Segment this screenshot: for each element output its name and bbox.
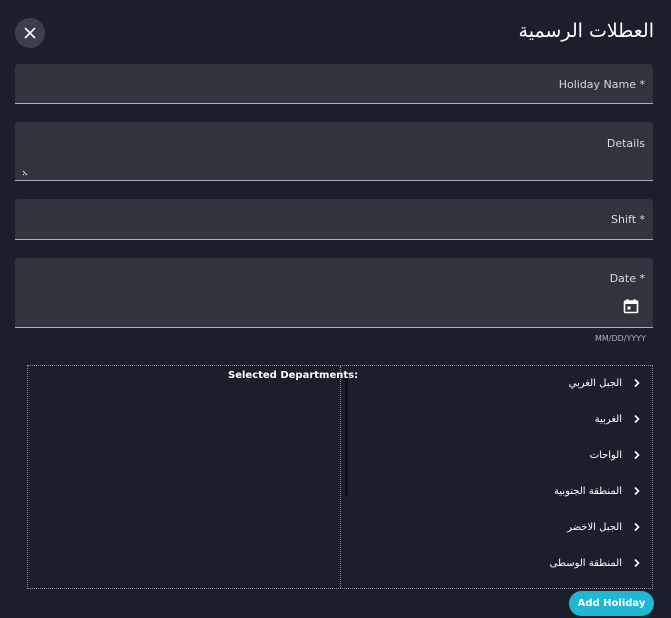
department-label: الجبل الغربي	[568, 377, 622, 389]
chevron-right-icon	[634, 558, 640, 568]
add-holiday-button[interactable]: Add Holiday	[569, 591, 654, 616]
department-label: المنطقة الوسطى	[549, 557, 622, 569]
details-label: Details	[606, 137, 645, 150]
department-item[interactable]: المنطقة الجنوبية	[554, 481, 642, 501]
department-item[interactable]: الواحات	[590, 445, 642, 465]
date-field[interactable]: Date *	[15, 258, 653, 328]
departments-panel: Selected Departments: الجبل الغربي الغرب…	[27, 365, 653, 589]
chevron-right-icon	[634, 522, 640, 532]
holiday-name-field[interactable]: Holiday Name *	[15, 64, 653, 104]
details-field[interactable]: Details	[15, 122, 653, 181]
shift-label: Shift *	[611, 213, 645, 226]
department-label: الواحات	[589, 449, 622, 461]
dialog-header: العطلات الرسمية	[0, 0, 671, 62]
chevron-right-icon	[634, 486, 640, 496]
department-item[interactable]: الغربية	[595, 409, 642, 429]
resize-grip-icon[interactable]	[22, 167, 31, 176]
department-item[interactable]: الجبل الاخضر	[567, 517, 642, 537]
date-label: Date *	[609, 272, 645, 285]
close-icon	[24, 27, 36, 39]
calendar-icon[interactable]	[623, 298, 639, 314]
holiday-name-label: Holiday Name *	[558, 78, 645, 91]
department-label: المنطقة الجنوبية	[553, 485, 622, 497]
chevron-right-icon	[634, 378, 640, 388]
date-format-hint: MM/DD/YYYY	[594, 334, 646, 343]
chevron-right-icon	[634, 414, 640, 424]
shift-field[interactable]: Shift *	[15, 199, 653, 240]
department-label: الغربية	[594, 413, 622, 425]
chevron-right-icon	[634, 450, 640, 460]
close-button[interactable]	[15, 18, 45, 48]
department-item[interactable]: المنطقة الوسطى	[550, 553, 642, 573]
list-scrollbar[interactable]	[345, 370, 348, 496]
selected-departments-title: Selected Departments:	[228, 370, 359, 381]
dialog-title: العطلات الرسمية	[518, 20, 654, 42]
department-item[interactable]: الجبل الغربي	[569, 373, 642, 393]
panel-divider	[340, 366, 341, 588]
department-label: الجبل الاخضر	[567, 521, 622, 533]
